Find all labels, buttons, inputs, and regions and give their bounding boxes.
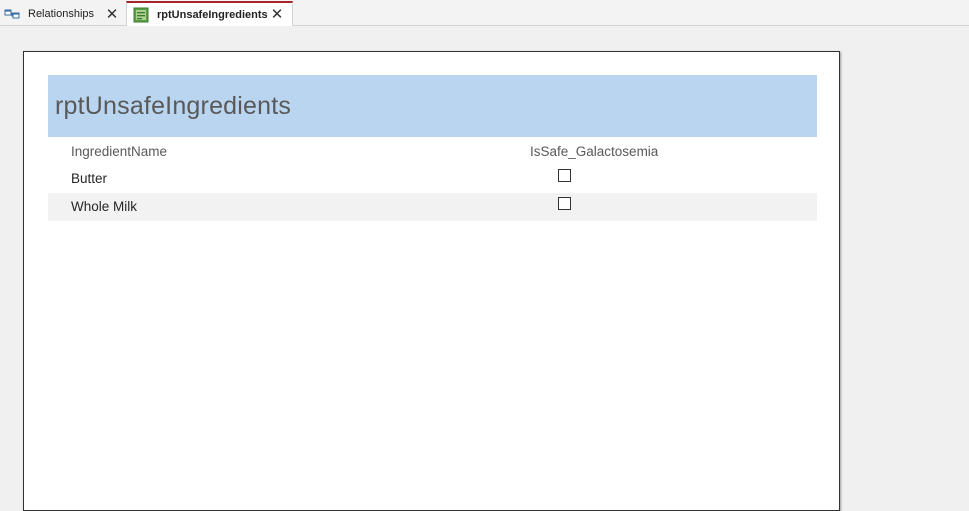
is-safe-checkbox	[558, 197, 571, 210]
tab-relationships-label: Relationships	[28, 8, 95, 20]
document-tab-bar: Relationships ✕ rptUnsafeIngredients ✕	[0, 0, 969, 26]
report-title: rptUnsafeIngredients	[55, 91, 292, 120]
close-tab-rptunsafeingredients-button[interactable]: ✕	[268, 6, 286, 24]
tab-rptunsafeingredients-label: rptUnsafeIngredients	[157, 8, 268, 21]
table-row: Whole Milk	[48, 193, 817, 221]
report-header-band: rptUnsafeIngredients	[48, 75, 817, 137]
relationships-icon	[4, 9, 20, 19]
tab-relationships[interactable]: Relationships ✕	[0, 2, 125, 26]
column-header-is-safe-galactosemia: IsSafe_Galactosemia	[530, 144, 659, 159]
is-safe-checkbox	[558, 169, 571, 182]
close-tab-relationships-button[interactable]: ✕	[103, 5, 121, 23]
report-page: rptUnsafeIngredients IngredientName IsSa…	[23, 51, 840, 511]
report-icon	[133, 7, 149, 22]
ingredient-name-cell: Butter	[71, 171, 108, 186]
table-row: Butter	[48, 165, 817, 193]
ingredient-name-cell: Whole Milk	[71, 199, 138, 214]
column-header-ingredient-name: IngredientName	[71, 144, 168, 159]
tab-rptunsafeingredients[interactable]: rptUnsafeIngredients ✕	[126, 1, 293, 26]
